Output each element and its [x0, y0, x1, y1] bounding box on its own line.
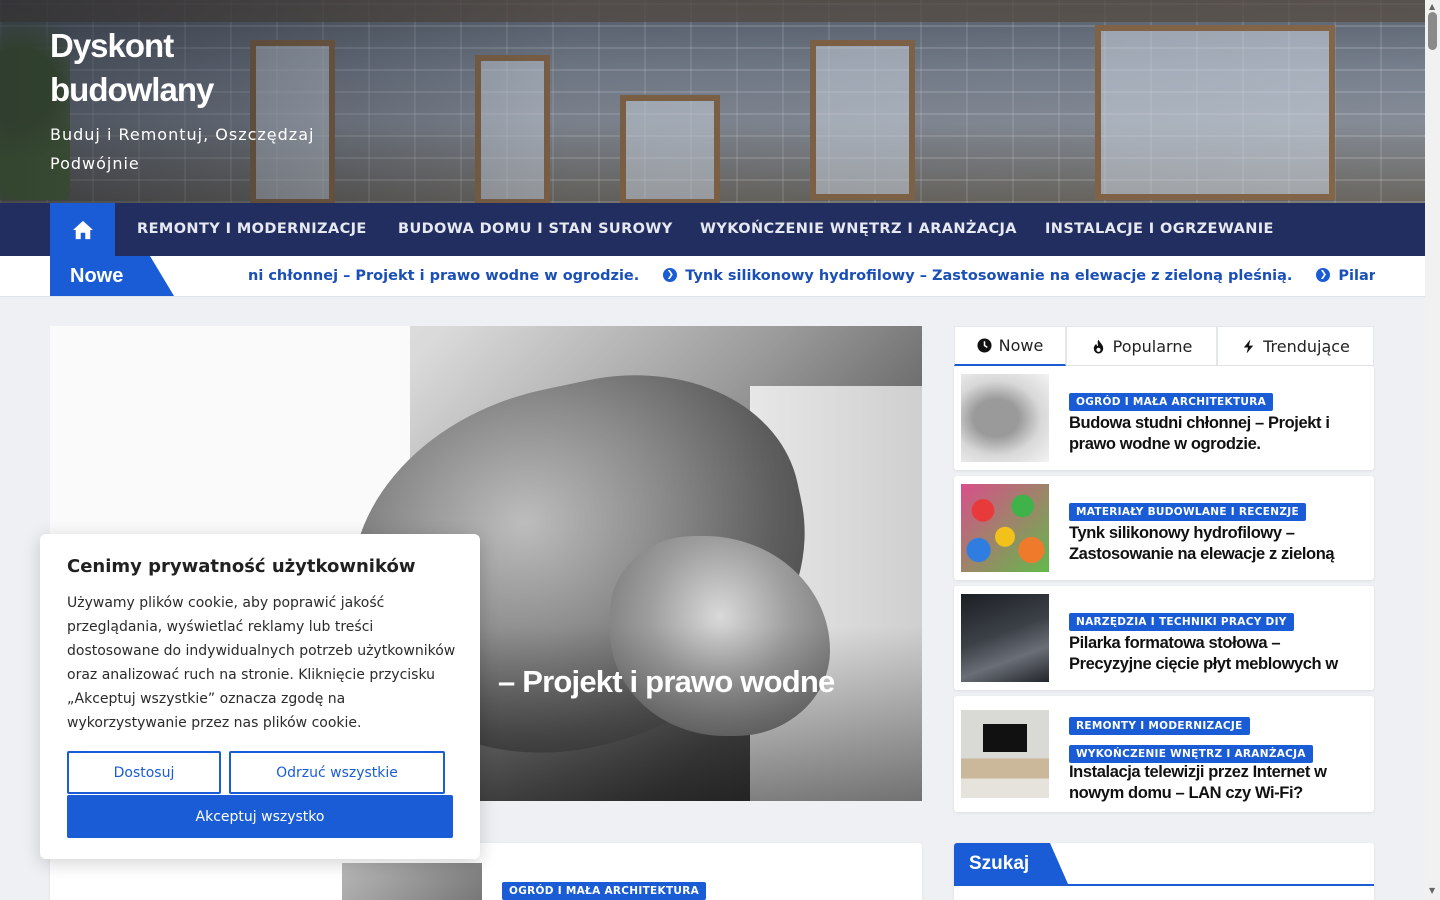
post-thumbnail[interactable]: [961, 374, 1049, 462]
ticker-item[interactable]: Pilarka f: [1338, 256, 1375, 296]
post-title-text: Tynk silikonowy hydrofilowy – Zastosowan…: [1069, 524, 1335, 563]
tab-nowe[interactable]: Nowe: [954, 326, 1066, 366]
cookie-title: Cenimy prywatność użytkowników: [67, 556, 416, 577]
cookie-text: Używamy plików cookie, aby poprawić jako…: [67, 595, 456, 731]
sidebar-post[interactable]: OGRÓD I MAŁA ARCHITEKTURA Budowa studni …: [954, 366, 1374, 470]
page-scrollbar[interactable]: ▲ ▼: [1425, 0, 1440, 900]
site-header: Dyskont budowlany Buduj i Remontuj, Oszc…: [0, 0, 1425, 203]
scroll-up-arrow-icon[interactable]: ▲: [1429, 2, 1435, 11]
reject-all-button[interactable]: Odrzuć wszystkie: [229, 751, 445, 794]
category-badge[interactable]: NARZĘDZIA I TECHNIKI PRACY DIY: [1069, 613, 1294, 631]
post-title[interactable]: Instalacja telewizji przez Internet w no…: [1069, 762, 1361, 804]
sidebar-post[interactable]: MATERIAŁY BUDOWLANE I RECENZJE Tynk sili…: [954, 476, 1374, 580]
chevron-right-circle-icon: ❯: [663, 268, 678, 282]
nav-item-wykonczenie[interactable]: WYKOŃCZENIE WNĘTRZ I ARANŻACJA: [700, 203, 1017, 256]
news-ticker: Nowe ni chłonnej – Projekt i prawo wodne…: [0, 256, 1425, 297]
scrollbar-thumb[interactable]: [1428, 12, 1437, 50]
tab-label: Trendujące: [1263, 336, 1350, 356]
category-badge[interactable]: MATERIAŁY BUDOWLANE I RECENZJE: [1069, 503, 1306, 521]
hero-title[interactable]: – Projekt i prawo wodne: [498, 664, 835, 700]
customize-button[interactable]: Dostosuj: [67, 751, 221, 794]
tv-shape: [983, 724, 1027, 752]
post-title[interactable]: Tynk silikonowy hydrofilowy – Zastosowan…: [1069, 523, 1361, 565]
category-badge[interactable]: OGRÓD I MAŁA ARCHITEKTURA: [1069, 393, 1274, 411]
bolt-icon: [1243, 338, 1254, 354]
site-title[interactable]: Dyskont budowlany: [50, 24, 310, 112]
main-navigation: REMONTY I MODERNIZACJE BUDOWA DOMU I STA…: [0, 203, 1425, 256]
scroll-down-arrow-icon[interactable]: ▼: [1429, 886, 1435, 895]
category-badge[interactable]: REMONTY I MODERNIZACJE: [1069, 717, 1250, 735]
post-thumbnail[interactable]: [961, 484, 1049, 572]
category-badge[interactable]: OGRÓD I MAŁA ARCHITEKTURA: [502, 882, 707, 900]
ticker-label: Nowe: [50, 256, 174, 296]
ticker-item[interactable]: ni chłonnej – Projekt i prawo wodne w og…: [248, 256, 639, 296]
post-thumbnail[interactable]: [961, 594, 1049, 682]
cookie-consent-banner: Cenimy prywatność użytkowników Używamy p…: [40, 534, 480, 859]
nav-item-budowa[interactable]: BUDOWA DOMU I STAN SUROWY: [398, 203, 673, 256]
tab-label: Nowe: [998, 336, 1044, 355]
post-title-text: Pilarka formatowa stołowa – Precyzyjne c…: [1069, 634, 1338, 673]
site-description: Buduj i Remontuj, Oszczędzaj Podwójnie: [50, 125, 315, 173]
nav-home-button[interactable]: [50, 203, 115, 256]
post-title[interactable]: Pilarka formatowa stołowa – Precyzyjne c…: [1069, 633, 1361, 675]
ticker-track: ni chłonnej – Projekt i prawo wodne w og…: [248, 256, 1375, 296]
post-title[interactable]: Budowa studni chłonnej – Projekt i prawo…: [1069, 413, 1361, 455]
ticker-item[interactable]: Tynk silikonowy hydrofilowy – Zastosowan…: [685, 256, 1292, 296]
sidebar-tabs: Nowe Popularne Trendujące: [954, 326, 1374, 366]
search-widget: Szukaj: [954, 843, 1374, 900]
chevron-right-circle-icon: ❯: [1316, 268, 1331, 282]
nav-item-instalacje[interactable]: INSTALACJE I OGRZEWANIE: [1045, 203, 1274, 256]
tab-popularne[interactable]: Popularne: [1066, 326, 1217, 366]
post-thumbnail[interactable]: [961, 710, 1049, 798]
accept-all-button[interactable]: Akceptuj wszystko: [67, 795, 453, 838]
home-icon: [72, 220, 93, 239]
sidebar-post[interactable]: REMONTY I MODERNIZACJE WYKOŃCZENIE WNĘTR…: [954, 696, 1374, 812]
tab-label: Popularne: [1112, 336, 1193, 356]
search-widget-title: Szukaj: [954, 843, 1068, 884]
clock-icon: [977, 338, 992, 353]
sidebar-post[interactable]: NARZĘDZIA I TECHNIKI PRACY DIY Pilarka f…: [954, 586, 1374, 690]
nav-item-remonty[interactable]: REMONTY I MODERNIZACJE: [137, 203, 367, 256]
category-badge[interactable]: WYKOŃCZENIE WNĘTRZ I ARANŻACJA: [1069, 745, 1313, 763]
divider: [954, 884, 1374, 886]
flame-icon: [1093, 338, 1103, 354]
tab-trendujace[interactable]: Trendujące: [1217, 326, 1374, 366]
post-thumbnail[interactable]: [342, 863, 482, 900]
